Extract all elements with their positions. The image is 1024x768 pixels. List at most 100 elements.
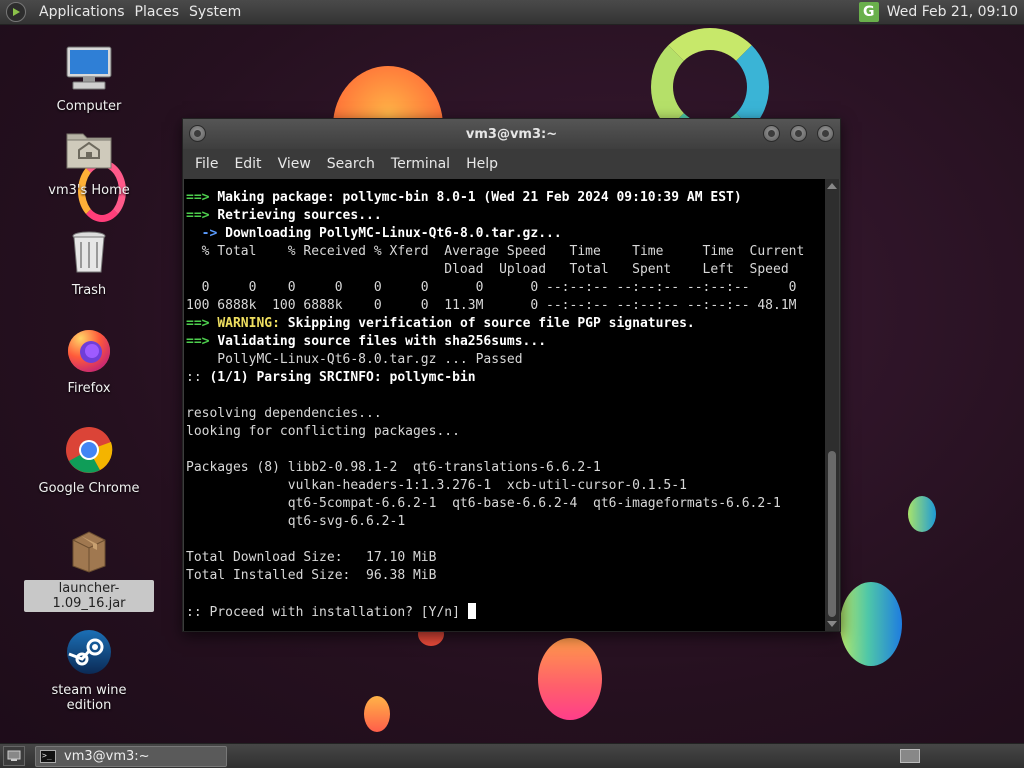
desktop-icon-firefox[interactable]: Firefox [24, 326, 154, 397]
line-text: vulkan-headers-1:1.3.276-1 xcb-util-curs… [186, 478, 687, 493]
desktop-icon-label: Firefox [67, 381, 111, 396]
terminal-titlebar[interactable]: vm3@vm3:~ [183, 119, 840, 149]
line-text: qt6-5compat-6.6.2-1 qt6-base-6.6.2-4 qt6… [186, 496, 781, 511]
terminal-line: vulkan-headers-1:1.3.276-1 xcb-util-curs… [186, 477, 827, 495]
line-prefix: :: [186, 370, 210, 385]
line-text: Skipping verification of source file PGP… [279, 316, 695, 331]
line-text: Downloading PollyMC-Linux-Qt6-8.0.tar.gz… [225, 226, 562, 241]
terminal-line: qt6-svg-6.6.2-1 [186, 513, 827, 531]
wallpaper-pink-blob [538, 638, 602, 720]
places-menu[interactable]: Places [130, 4, 185, 20]
line-text: 0 0 0 0 0 0 0 0 --:--:-- --:--:-- --:--:… [186, 280, 797, 295]
terminal-line: Total Download Size: 17.10 MiB [186, 549, 827, 567]
terminal-line: ==> Retrieving sources... [186, 207, 827, 225]
terminal-line: ==> WARNING: Skipping verification of so… [186, 315, 827, 333]
desktop-icon-label: Google Chrome [38, 481, 140, 496]
workspace-switcher[interactable] [900, 749, 920, 763]
line-text: PollyMC-Linux-Qt6-8.0.tar.gz ... Passed [186, 352, 523, 367]
terminal-line: 0 0 0 0 0 0 0 0 --:--:-- --:--:-- --:--:… [186, 279, 827, 297]
terminal-line: :: (1/1) Parsing SRCINFO: pollymc-bin [186, 369, 827, 387]
terminal-output[interactable]: ==> Making package: pollymc-bin 8.0-1 (W… [184, 179, 827, 631]
wallpaper-gradient-blob [840, 582, 902, 666]
tray-app-icon[interactable]: G [858, 2, 879, 22]
line-text: Total Installed Size: 96.38 MiB [186, 568, 437, 583]
line-text: Validating source files with sha256sums.… [217, 334, 547, 349]
terminal-line: Dload Upload Total Spent Left Speed [186, 261, 827, 279]
terminal-line: PollyMC-Linux-Qt6-8.0.tar.gz ... Passed [186, 351, 827, 369]
home-folder-icon [65, 128, 113, 176]
bottom-panel: >_ vm3@vm3:~ [0, 743, 1024, 768]
terminal-menubar: File Edit View Search Terminal Help [183, 149, 840, 179]
line-text: Making package: pollymc-bin 8.0-1 (Wed 2… [217, 190, 742, 205]
line-text: Dload Upload Total Spent Left Speed [186, 262, 789, 277]
scrollbar-thumb[interactable] [828, 451, 836, 617]
minimize-button[interactable] [763, 125, 780, 142]
desktop-icon-home[interactable]: vm3's Home [24, 128, 154, 199]
terminal-line: ==> Making package: pollymc-bin 8.0-1 (W… [186, 189, 827, 207]
desktop-icon-label: Computer [56, 99, 122, 114]
terminal-icon: >_ [40, 749, 56, 763]
top-panel: Applications Places System G Wed Feb 21,… [0, 0, 1024, 25]
taskbar-button-label: vm3@vm3:~ [64, 748, 150, 764]
desktop-icon-chrome[interactable]: Google Chrome [24, 426, 154, 497]
jar-package-icon [65, 526, 113, 574]
scroll-down-arrow[interactable] [827, 621, 837, 627]
taskbar-terminal-button[interactable]: >_ vm3@vm3:~ [35, 745, 227, 767]
menu-view[interactable]: View [270, 156, 319, 172]
menu-terminal[interactable]: Terminal [383, 156, 458, 172]
terminal-line: -> Downloading PollyMC-Linux-Qt6-8.0.tar… [186, 225, 827, 243]
desktop-icon-computer[interactable]: Computer [24, 44, 154, 115]
line-text: Total Download Size: 17.10 MiB [186, 550, 437, 565]
steam-icon [65, 628, 113, 676]
terminal-line: 100 6888k 100 6888k 0 0 11.3M 0 --:--:--… [186, 297, 827, 315]
desktop-icon-label: Trash [71, 283, 107, 298]
window-menu-button[interactable] [189, 125, 206, 142]
terminal-line: Packages (8) libb2-0.98.1-2 qt6-translat… [186, 459, 827, 477]
chrome-icon [65, 426, 113, 474]
line-text: resolving dependencies... [186, 406, 382, 421]
terminal-scrollbar[interactable] [825, 179, 839, 631]
applications-menu[interactable]: Applications [34, 4, 130, 20]
firefox-icon [65, 326, 113, 374]
terminal-line: qt6-5compat-6.6.2-1 qt6-base-6.6.2-4 qt6… [186, 495, 827, 513]
line-text: looking for conflicting packages... [186, 424, 460, 439]
terminal-line: :: Proceed with installation? [Y/n] [186, 603, 827, 621]
terminal-window[interactable]: vm3@vm3:~ File Edit View Search Terminal… [182, 118, 841, 632]
warning-label: WARNING: [217, 316, 280, 331]
scroll-up-arrow[interactable] [827, 183, 837, 189]
line-text: qt6-svg-6.6.2-1 [186, 514, 406, 529]
terminal-line: Total Installed Size: 96.38 MiB [186, 567, 827, 585]
window-title: vm3@vm3:~ [465, 126, 558, 142]
line-prefix: ==> [186, 208, 218, 223]
line-prefix: -> [186, 226, 226, 241]
system-menu[interactable]: System [184, 4, 246, 20]
main-menu-icon[interactable] [6, 2, 26, 22]
desktop-icon-trash[interactable]: Trash [24, 228, 154, 299]
desktop-icon-launcher-jar[interactable]: launcher-1.09_16.jar [24, 526, 154, 612]
line-text: % Total % Received % Xferd Average Speed… [186, 244, 805, 259]
computer-icon [65, 44, 113, 92]
show-desktop-button[interactable] [3, 746, 25, 766]
clock[interactable]: Wed Feb 21, 09:10 [887, 4, 1018, 20]
close-button[interactable] [817, 125, 834, 142]
line-text: Retrieving sources... [217, 208, 382, 223]
menu-file[interactable]: File [187, 156, 226, 172]
terminal-line: ==> Validating source files with sha256s… [186, 333, 827, 351]
line-prefix: ==> [186, 316, 218, 331]
line-text: Proceed with installation? [Y/n] [209, 605, 468, 620]
maximize-button[interactable] [790, 125, 807, 142]
trash-icon [65, 228, 113, 276]
menu-edit[interactable]: Edit [226, 156, 269, 172]
line-prefix: ==> [186, 190, 218, 205]
desktop-icon-steam[interactable]: steam wine edition [24, 628, 154, 714]
menu-search[interactable]: Search [319, 156, 383, 172]
line-text: (1/1) Parsing SRCINFO: pollymc-bin [209, 370, 476, 385]
menu-help[interactable]: Help [458, 156, 506, 172]
wallpaper-small-orange-blob [364, 696, 390, 732]
line-text: 100 6888k 100 6888k 0 0 11.3M 0 --:--:--… [186, 298, 797, 313]
text-cursor [467, 603, 476, 619]
